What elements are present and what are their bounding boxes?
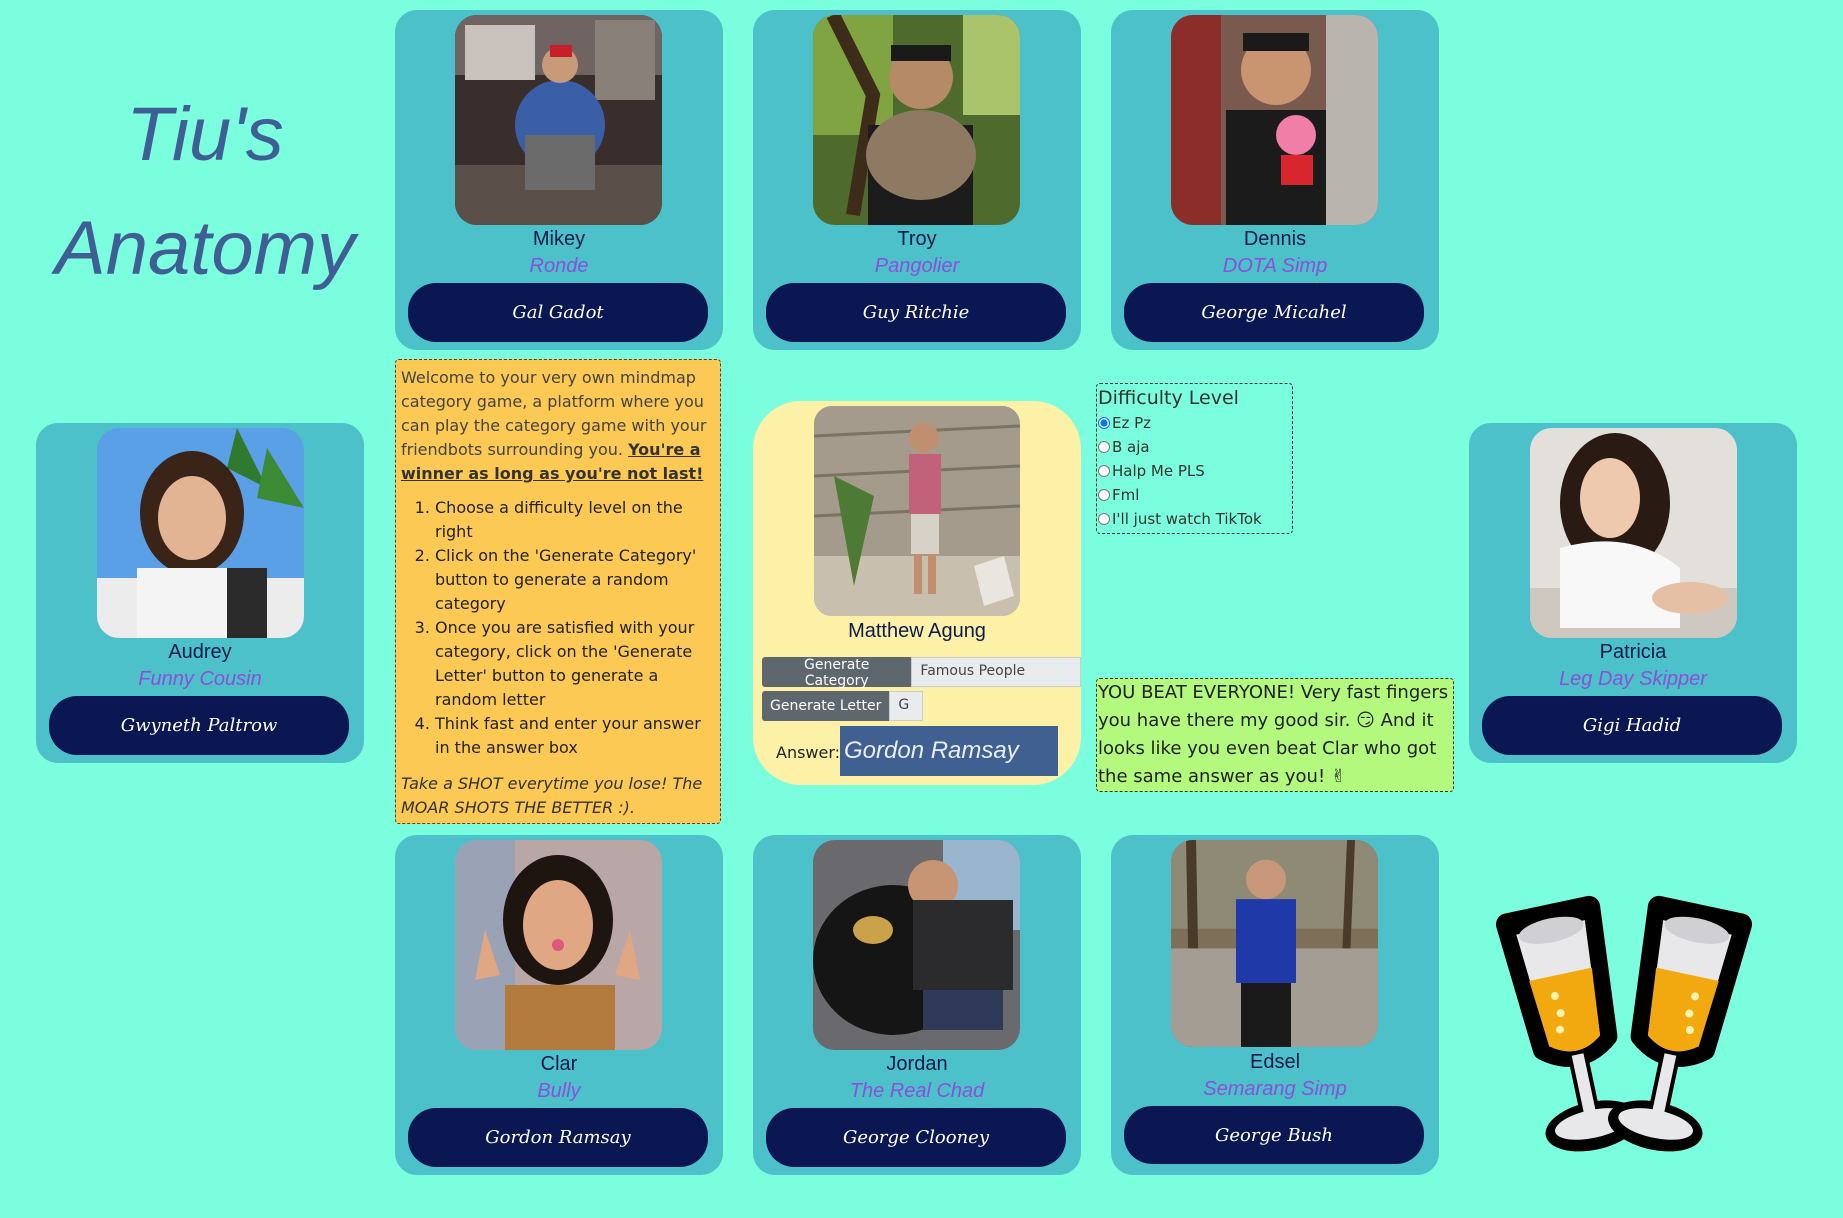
player-answer-button[interactable]: Gordon Ramsay — [408, 1108, 708, 1167]
difficulty-radio[interactable] — [1098, 465, 1110, 477]
instruction-step: Choose a difficulty level on the right — [435, 496, 715, 544]
player-answer-button[interactable]: Gwyneth Paltrow — [49, 696, 349, 755]
player-photo-clar — [455, 840, 662, 1050]
user-photo — [814, 406, 1020, 616]
player-role: DOTA Simp — [1222, 255, 1328, 277]
title-line-2: Anatomy — [55, 206, 355, 291]
player-name: Edsel — [1249, 1051, 1301, 1073]
player-photo-edsel — [1171, 840, 1378, 1047]
difficulty-option-label: I'll just watch TikTok — [1112, 510, 1262, 528]
player-role: The Real Chad — [849, 1080, 985, 1102]
letter-row: Generate Letter G — [762, 691, 924, 721]
user-name: Matthew Agung — [848, 620, 986, 642]
player-role: Bully — [537, 1080, 581, 1102]
player-photo-audrey — [97, 428, 304, 638]
difficulty-option-ez-pz[interactable]: Ez Pz — [1097, 411, 1292, 435]
player-card-jordan: Jordan The Real Chad George Clooney — [753, 835, 1081, 1175]
player-role: Funny Cousin — [138, 668, 262, 690]
difficulty-option-tiktok[interactable]: I'll just watch TikTok — [1097, 507, 1292, 531]
shot-text: Take a SHOT everytime you lose! The MOAR… — [401, 774, 703, 817]
player-answer-button[interactable]: Gal Gadot — [408, 283, 708, 342]
category-output: Famous People — [911, 657, 1081, 687]
player-photo-dennis — [1171, 15, 1378, 225]
letter-output: G — [889, 691, 924, 721]
difficulty-radio[interactable] — [1098, 441, 1110, 453]
player-card-edsel: Edsel Semarang Simp George Bush — [1111, 835, 1439, 1175]
instruction-step: Think fast and enter your answer in the … — [435, 712, 715, 760]
player-answer-button[interactable]: George Bush — [1124, 1106, 1424, 1164]
instructions-panel: Welcome to your very own mindmap categor… — [395, 359, 721, 824]
generate-letter-button[interactable]: Generate Letter — [762, 691, 890, 721]
player-photo-jordan — [813, 840, 1020, 1050]
instruction-step: Once you are satisfied with your categor… — [435, 616, 715, 712]
player-name: Jordan — [886, 1053, 948, 1075]
difficulty-radio[interactable] — [1098, 489, 1110, 501]
player-answer-button[interactable]: Gigi Hadid — [1482, 696, 1782, 755]
difficulty-option-b-aja[interactable]: B aja — [1097, 435, 1292, 459]
difficulty-option-label: Fml — [1112, 486, 1140, 504]
difficulty-option-label: Ez Pz — [1112, 414, 1152, 432]
player-card-patricia: Patricia Leg Day Skipper Gigi Hadid — [1469, 423, 1797, 763]
player-role: Pangolier — [874, 255, 960, 277]
category-row: Generate Category Famous People — [762, 657, 1081, 689]
player-name: Mikey — [532, 228, 586, 250]
player-photo-mikey — [455, 15, 662, 225]
player-answer-button[interactable]: George Clooney — [766, 1108, 1066, 1167]
result-message: YOU BEAT EVERYONE! Very fast fingers you… — [1096, 678, 1454, 792]
player-role: Ronde — [529, 255, 589, 277]
app-title: Tiu's Anatomy — [30, 78, 380, 306]
difficulty-panel: Difficulty Level Ez Pz B aja Halp Me PLS… — [1096, 383, 1293, 534]
player-card-audrey: Audrey Funny Cousin Gwyneth Paltrow — [36, 423, 364, 763]
player-card-mikey: Mikey Ronde Gal Gadot — [395, 10, 723, 350]
player-card-clar: Clar Bully Gordon Ramsay — [395, 835, 723, 1175]
player-name: Audrey — [168, 641, 232, 663]
player-answer-button[interactable]: George Micahel — [1124, 283, 1424, 342]
generate-category-button[interactable]: Generate Category — [762, 657, 912, 689]
player-card-dennis: Dennis DOTA Simp George Micahel — [1111, 10, 1439, 350]
instructions-intro: Welcome to your very own mindmap categor… — [401, 366, 715, 486]
difficulty-option-fml[interactable]: Fml — [1097, 483, 1292, 507]
player-name: Dennis — [1243, 228, 1307, 250]
user-card: Matthew Agung Generate Category Famous P… — [753, 401, 1081, 785]
player-card-troy: Troy Pangolier Guy Ritchie — [753, 10, 1081, 350]
difficulty-title: Difficulty Level — [1098, 387, 1239, 409]
clinking-glasses-icon — [1493, 893, 1755, 1166]
player-name: Troy — [897, 228, 937, 250]
player-role: Leg Day Skipper — [1559, 668, 1707, 690]
player-role: Semarang Simp — [1203, 1078, 1347, 1100]
player-photo-patricia — [1530, 428, 1737, 638]
player-answer-button[interactable]: Guy Ritchie — [766, 283, 1066, 342]
answer-input[interactable] — [840, 726, 1058, 776]
player-name: Clar — [540, 1053, 578, 1075]
title-line-1: Tiu's — [126, 92, 284, 177]
answer-label: Answer: — [776, 743, 841, 762]
difficulty-option-halp-me-pls[interactable]: Halp Me PLS — [1097, 459, 1292, 483]
difficulty-radio[interactable] — [1098, 417, 1110, 429]
player-name: Patricia — [1599, 641, 1667, 663]
difficulty-option-label: B aja — [1112, 438, 1150, 456]
difficulty-radio[interactable] — [1098, 513, 1110, 525]
instruction-step: Click on the 'Generate Category' button … — [435, 544, 715, 616]
difficulty-option-label: Halp Me PLS — [1112, 462, 1205, 480]
instructions-steps: Choose a difficulty level on the right C… — [401, 496, 715, 760]
player-photo-troy — [813, 15, 1020, 225]
